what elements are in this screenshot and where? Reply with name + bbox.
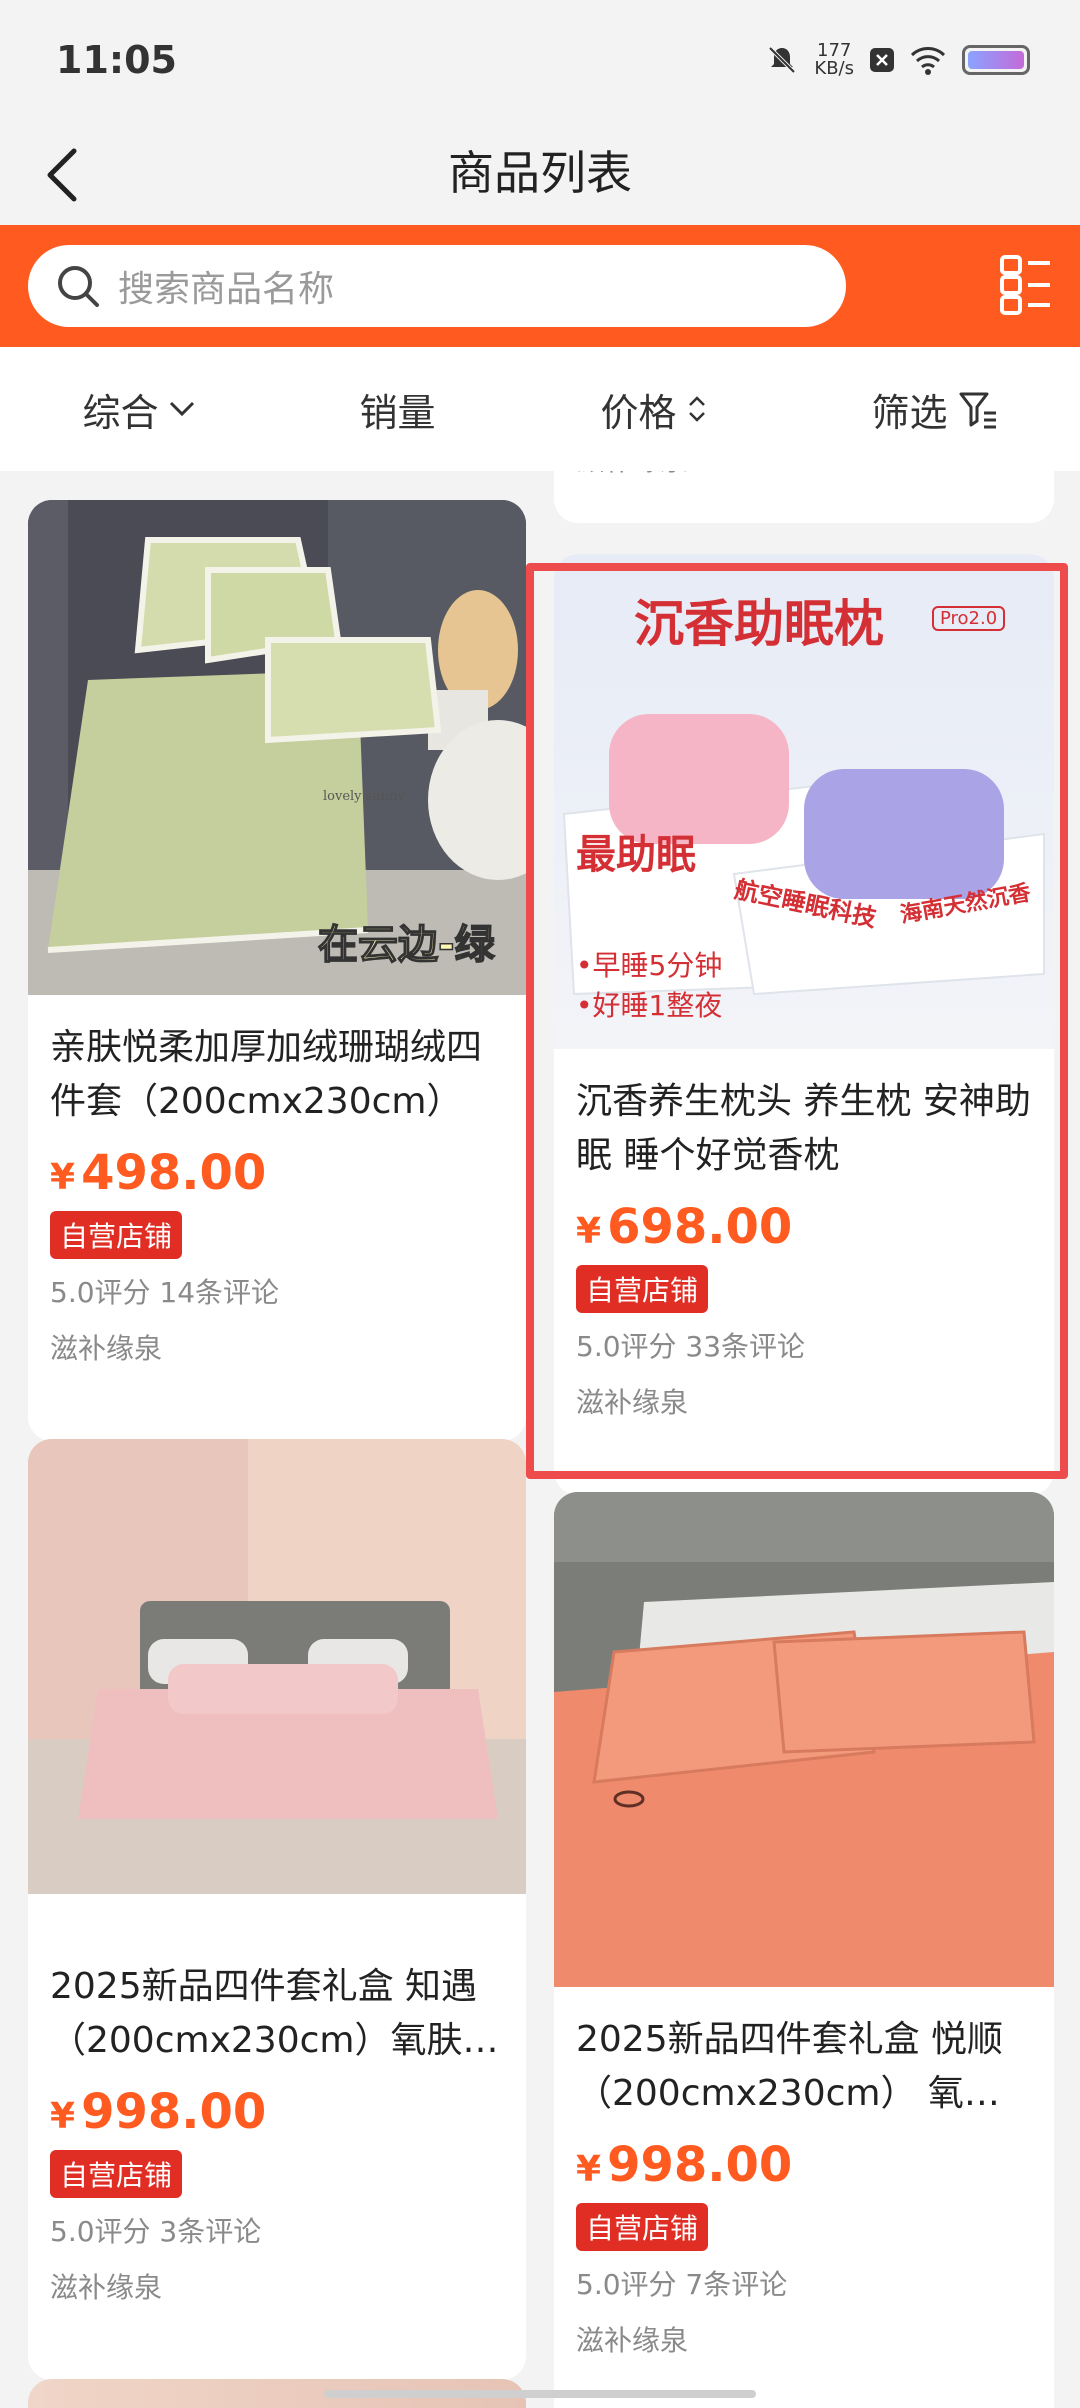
product-rating: 5.0评分 33条评论 [576, 1330, 806, 1363]
product-list: 滋补缘泉 lovely sunny 在云边-绿 亲肤悦柔加厚加绒珊瑚绒四件套（2… [0, 471, 1080, 2408]
product-rating: 5.0评分 3条评论 [50, 2215, 262, 2248]
product-card[interactable]: 2025新品四件套礼盒 知遇（200cmx230cm）氧肤… ¥998.00 自… [28, 1439, 526, 2380]
price-value: 998.00 [607, 2137, 793, 2193]
product-price: ¥998.00 [50, 2084, 504, 2140]
home-indicator [324, 2390, 756, 2398]
list-layout-icon [1000, 255, 1050, 315]
wifi-icon [910, 47, 946, 75]
battery-icon [962, 45, 1030, 75]
self-operated-badge: 自营店铺 [50, 1211, 183, 1259]
product-image: 沉香助眠枕 Pro2.0 最助眠 航空睡眠科技 海南天然沉香 •早睡5分钟 •好… [554, 554, 1054, 1049]
layout-toggle-button[interactable] [1000, 255, 1052, 319]
sort-sales[interactable]: 销量 [359, 382, 435, 437]
sort-comprehensive-label: 综合 [82, 390, 159, 435]
sort-sales-label: 销量 [359, 390, 436, 435]
product-image [554, 1492, 1054, 1987]
product-card-partial[interactable]: 滋补缘泉 [554, 471, 1054, 523]
self-operated-badge: 自营店铺 [50, 2150, 183, 2198]
image-tag: Pro2.0 [932, 606, 1006, 631]
product-name: 2025新品四件套礼盒 悦顺（200cmx230cm） 氧肤… [576, 2019, 1004, 2114]
product-shop: 滋补缘泉 [576, 2324, 689, 2357]
chevron-down-icon [169, 401, 194, 417]
sort-price[interactable]: 价格 [600, 382, 706, 437]
currency-symbol: ¥ [576, 1211, 602, 1252]
image-box-label: 最助眠 [576, 832, 696, 878]
svg-text:lovely sunny: lovely sunny [323, 789, 405, 804]
product-price: ¥698.00 [576, 1199, 1032, 1255]
mute-bell-icon [768, 46, 796, 74]
search-icon [58, 266, 99, 307]
product-card[interactable]: 沉香助眠枕 Pro2.0 最助眠 航空睡眠科技 海南天然沉香 •早睡5分钟 •好… [554, 554, 1054, 1495]
status-time: 11:05 [56, 38, 177, 82]
product-name: 亲肤悦柔加厚加绒珊瑚绒四件套（200cmx230cm） [50, 1027, 483, 1122]
price-value: 998.00 [81, 2084, 267, 2140]
currency-symbol: ¥ [576, 2149, 602, 2190]
status-icons: 177 KB/s [766, 42, 1030, 78]
price-value: 498.00 [81, 1145, 267, 1201]
product-rating: 5.0评分 14条评论 [50, 1276, 280, 1309]
self-operated-badge: 自营店铺 [576, 1265, 709, 1313]
speed-unit: KB/s [814, 58, 854, 79]
network-speed: 177 KB/s [814, 42, 854, 78]
search-input[interactable]: 搜索商品名称 [28, 245, 846, 327]
sort-filter[interactable]: 筛选 [871, 382, 997, 437]
product-name: 2025新品四件套礼盒 知遇（200cmx230cm）氧肤… [50, 1966, 499, 2061]
status-bar: 11:05 177 KB/s [0, 0, 1080, 125]
product-card[interactable]: 2025新品四件套礼盒 悦顺（200cmx230cm） 氧肤… ¥998.00 … [554, 1492, 1054, 2408]
product-shop: 滋补缘泉 [576, 1386, 689, 1419]
sort-arrows-icon [688, 396, 705, 422]
sort-bar: 综合 销量 价格 筛选 [0, 347, 1080, 471]
search-placeholder: 搜索商品名称 [118, 269, 335, 310]
product-image [28, 1439, 526, 1934]
nav-header: 商品列表 [0, 125, 1080, 225]
image-bullet-2: •好睡1整夜 [576, 989, 723, 1022]
sort-price-label: 价格 [600, 390, 677, 435]
filter-icon [959, 392, 996, 429]
image-title: 沉香助眠枕 [634, 595, 884, 653]
product-shop: 滋补缘泉 [576, 471, 1032, 479]
sort-filter-label: 筛选 [871, 390, 948, 435]
product-price: ¥498.00 [50, 1145, 504, 1201]
currency-symbol: ¥ [50, 2096, 76, 2137]
image-overlay-text: 在云边-绿 [317, 921, 495, 969]
price-value: 698.00 [607, 1199, 793, 1255]
product-price: ¥998.00 [576, 2137, 1032, 2193]
image-bullet-1: •早睡5分钟 [576, 949, 723, 982]
product-shop: 滋补缘泉 [50, 2271, 163, 2304]
page-title: 商品列表 [448, 146, 632, 200]
product-card[interactable]: lovely sunny 在云边-绿 亲肤悦柔加厚加绒珊瑚绒四件套（200cmx… [28, 500, 526, 1441]
product-rating: 5.0评分 7条评论 [576, 2268, 788, 2301]
product-shop: 滋补缘泉 [50, 1332, 163, 1365]
close-box-icon [870, 48, 894, 72]
search-bar: 搜索商品名称 [0, 225, 1080, 347]
product-name: 沉香养生枕头 养生枕 安神助眠 睡个好觉香枕 [576, 1081, 1031, 1176]
self-operated-badge: 自营店铺 [576, 2203, 709, 2251]
currency-symbol: ¥ [50, 1157, 76, 1198]
sort-comprehensive[interactable]: 综合 [82, 382, 194, 437]
